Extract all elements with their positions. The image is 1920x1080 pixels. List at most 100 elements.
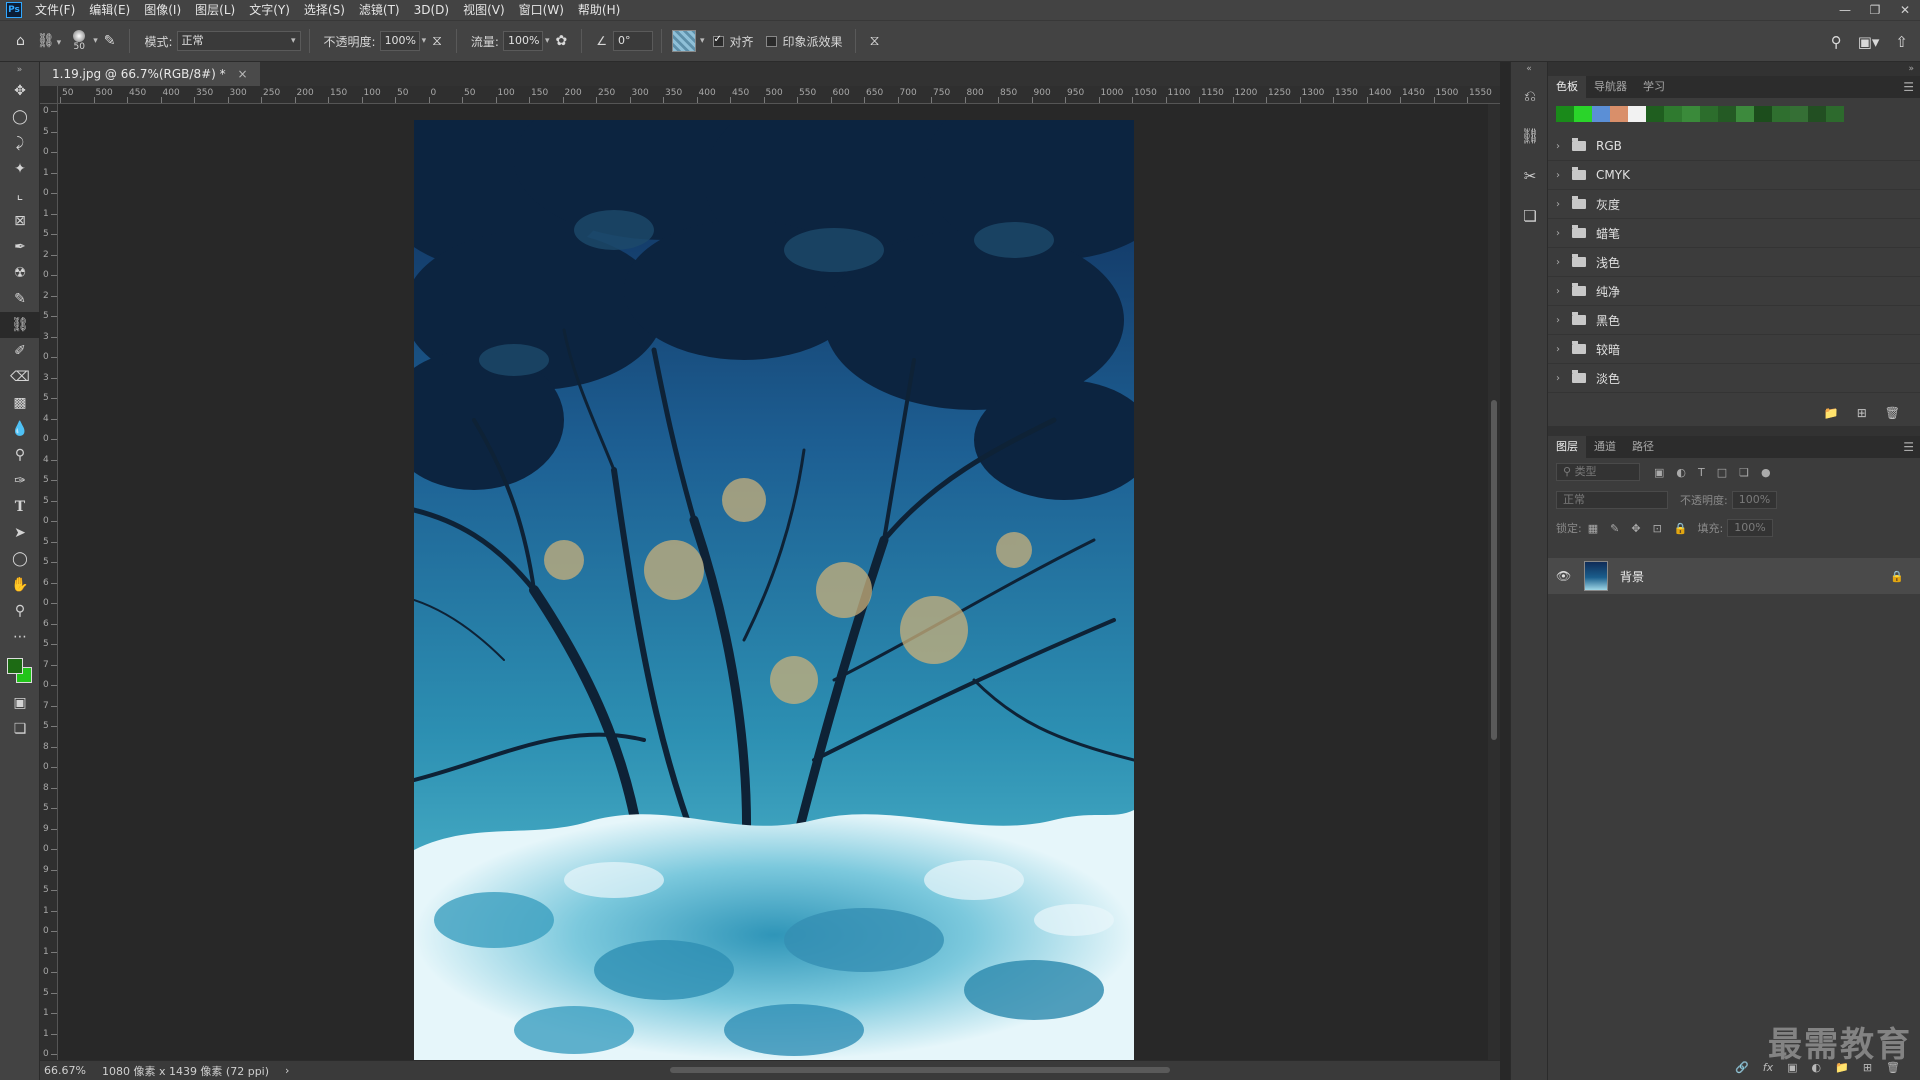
swatch-group-row[interactable]: › 纯净 — [1548, 277, 1920, 306]
color-swatch[interactable] — [1592, 106, 1610, 122]
angle-input[interactable]: 0° — [613, 31, 653, 51]
chevron-right-icon[interactable]: › — [1556, 286, 1568, 297]
lock-position-icon[interactable]: ✥ — [1631, 522, 1640, 535]
tab-learn[interactable]: 学习 — [1635, 76, 1673, 98]
eyedropper-tool-icon[interactable]: ✒ — [0, 234, 40, 260]
chevron-right-icon[interactable]: › — [1556, 228, 1568, 239]
menu-image[interactable]: 图像(I) — [137, 0, 188, 20]
chevron-down-icon[interactable]: ▾ — [545, 36, 550, 46]
document-image[interactable] — [414, 120, 1134, 1060]
ruler-origin[interactable] — [40, 86, 58, 104]
share-icon[interactable]: ⇧ — [1895, 33, 1908, 51]
vertical-scrollbar-thumb[interactable] — [1491, 400, 1497, 740]
horizontal-ruler[interactable]: 50 500 450 400 350 300 250 200 150 100 50 0 50 100 150… — [58, 86, 1500, 104]
menu-window[interactable]: 窗口(W) — [512, 0, 571, 20]
filter-pixel-icon[interactable]: ▣ — [1654, 466, 1664, 479]
canvas-area[interactable] — [58, 104, 1488, 1060]
chevron-right-icon[interactable]: › — [1556, 141, 1568, 152]
menu-help[interactable]: 帮助(H) — [571, 0, 627, 20]
brush-preset-picker[interactable]: 50 — [73, 30, 86, 52]
tab-layers[interactable]: 图层 — [1548, 436, 1586, 458]
tab-paths[interactable]: 路径 — [1624, 436, 1662, 458]
color-swatch[interactable] — [1700, 106, 1718, 122]
color-swatch[interactable] — [1646, 106, 1664, 122]
collapse-right-panels-icon[interactable]: » — [1908, 62, 1914, 76]
menu-3d[interactable]: 3D(D) — [407, 0, 456, 20]
chevron-right-icon[interactable]: › — [1556, 170, 1568, 181]
lock-all-icon[interactable]: 🔒 — [1674, 522, 1688, 535]
clone-source-panel-icon[interactable]: ⛓ — [1511, 116, 1549, 156]
magic-wand-tool-icon[interactable]: ✦ — [0, 156, 40, 182]
menu-file[interactable]: 文件(F) — [28, 0, 82, 20]
chevron-down-icon[interactable]: ▾ — [700, 36, 705, 46]
color-swatch[interactable] — [1772, 106, 1790, 122]
document-tab[interactable]: 1.19.jpg @ 66.7%(RGB/8#) * × — [40, 62, 260, 86]
menu-view[interactable]: 视图(V) — [456, 0, 512, 20]
marquee-tool-icon[interactable]: ◯ — [0, 104, 40, 130]
search-icon[interactable]: ⚲ — [1831, 33, 1842, 51]
link-layers-icon[interactable]: 🔗 — [1735, 1061, 1749, 1074]
panel-menu-icon[interactable]: ☰ — [1903, 76, 1914, 98]
vertical-scrollbar[interactable] — [1488, 104, 1500, 1060]
zoom-tool-icon[interactable]: ⚲ — [0, 598, 40, 624]
vertical-ruler[interactable]: 0 5 0 1 0 1 5 2 0 2 5 3 0 3 5 4 0 4 5 5 0 5 5 6 0 6 5 7 0 7 5 8 0 8 5 9 0 9 5 1… — [40, 104, 58, 1060]
lock-image-icon[interactable]: ✎ — [1610, 522, 1619, 535]
align-checkbox[interactable] — [712, 34, 724, 47]
menu-select[interactable]: 选择(S) — [297, 0, 352, 20]
crop-tool-icon[interactable]: ⌞ — [0, 182, 40, 208]
hand-tool-icon[interactable]: ✋ — [0, 572, 40, 598]
history-panel-icon[interactable]: ⎌ — [1511, 76, 1549, 116]
pressure-size-icon[interactable]: ⧖ — [870, 33, 880, 49]
color-swatch[interactable] — [1718, 106, 1736, 122]
lock-artboard-icon[interactable]: ⊡ — [1653, 522, 1662, 535]
color-swatch[interactable] — [1826, 106, 1844, 122]
swatch-group-row[interactable]: › 灰度 — [1548, 190, 1920, 219]
chevron-right-icon[interactable]: › — [1556, 257, 1568, 268]
move-tool-icon[interactable]: ✥ — [0, 78, 40, 104]
frame-tool-icon[interactable]: ⊠ — [0, 208, 40, 234]
clone-stamp-tool-preset-icon[interactable]: ⛓ ▾ — [37, 33, 61, 49]
swatch-group-row[interactable]: › 淡色 — [1548, 364, 1920, 393]
color-swatch[interactable] — [1682, 106, 1700, 122]
swatch-group-row[interactable]: › RGB — [1548, 132, 1920, 161]
mode-select[interactable]: 正常 ▾ — [176, 31, 301, 51]
layer-filter-select[interactable]: ⚲ 类型 — [1556, 463, 1640, 481]
color-swatch[interactable] — [1808, 106, 1826, 122]
flow-input[interactable]: 100% — [502, 31, 543, 51]
blur-tool-icon[interactable]: 💧 — [0, 416, 40, 442]
chevron-right-icon[interactable]: › — [1556, 199, 1568, 210]
fill-input[interactable]: 100% — [1727, 519, 1773, 537]
chevron-right-icon[interactable]: › — [1556, 373, 1568, 384]
layer-opacity-input[interactable]: 100% — [1731, 491, 1778, 509]
workspace-icon[interactable]: ▣▾ — [1858, 33, 1880, 51]
filter-toggle-icon[interactable]: ● — [1761, 466, 1771, 479]
chevron-down-icon[interactable]: ▾ — [422, 36, 427, 46]
filter-smart-object-icon[interactable]: ❏ — [1739, 466, 1749, 479]
collapse-panels-icon[interactable]: « — [1511, 62, 1547, 76]
swatch-group-row[interactable]: › CMYK — [1548, 161, 1920, 190]
screen-mode-icon[interactable]: ❏ — [0, 716, 40, 742]
swatch-group-row[interactable]: › 蜡笔 — [1548, 219, 1920, 248]
tab-swatches[interactable]: 色板 — [1548, 76, 1586, 98]
tool-presets-panel-icon[interactable]: ✂ — [1511, 156, 1549, 196]
history-brush-tool-icon[interactable]: ✐ — [0, 338, 40, 364]
color-swatch[interactable] — [1736, 106, 1754, 122]
filter-type-icon[interactable]: T — [1698, 466, 1705, 479]
menu-layer[interactable]: 图层(L) — [188, 0, 242, 20]
color-swatch[interactable] — [1790, 106, 1808, 122]
home-icon[interactable]: ⌂ — [16, 33, 25, 49]
tab-channels[interactable]: 通道 — [1586, 436, 1624, 458]
dodge-tool-icon[interactable]: ⚲ — [0, 442, 40, 468]
tab-navigator[interactable]: 导航器 — [1586, 76, 1635, 98]
eye-icon[interactable]: 👁 — [1556, 569, 1576, 583]
restore-icon[interactable]: ❐ — [1860, 0, 1890, 20]
color-swatch[interactable] — [1574, 106, 1592, 122]
close-tab-icon[interactable]: × — [237, 67, 247, 81]
collapse-toolbar-icon[interactable]: » — [0, 62, 39, 78]
eraser-tool-icon[interactable]: ⌫ — [0, 364, 40, 390]
opacity-input[interactable]: 100% — [379, 31, 420, 51]
zoom-level[interactable]: 66.67% — [44, 1064, 86, 1077]
clone-source-icon[interactable] — [672, 30, 696, 52]
color-swatch[interactable] — [1664, 106, 1682, 122]
filter-shape-icon[interactable]: □ — [1717, 466, 1727, 479]
